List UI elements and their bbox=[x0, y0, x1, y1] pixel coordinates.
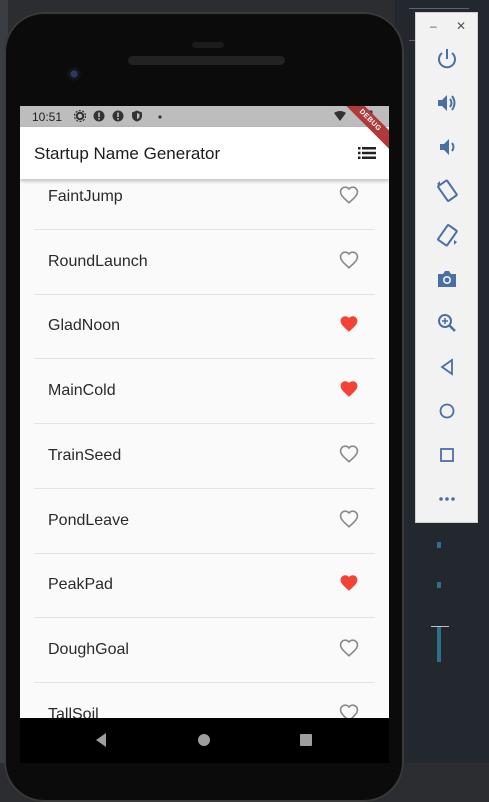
navigation-bar bbox=[20, 718, 389, 763]
word-pair-label: TrainSeed bbox=[48, 446, 122, 464]
list-item[interactable]: RoundLaunch bbox=[34, 230, 375, 295]
shield-icon bbox=[132, 110, 142, 122]
word-pair-label: DoughGoal bbox=[48, 640, 129, 658]
front-camera bbox=[66, 66, 82, 82]
status-bar: 10:51 bbox=[20, 106, 389, 127]
home-icon[interactable] bbox=[434, 398, 460, 424]
app-bar: Startup Name Generator bbox=[20, 127, 389, 179]
wifi-icon bbox=[334, 111, 346, 121]
word-pair-label: FaintJump bbox=[48, 188, 123, 205]
phone-screen: 10:51 Startup Name Generator DEBUG Faint… bbox=[20, 106, 389, 718]
word-pair-label: PondLeave bbox=[48, 511, 129, 529]
list-item[interactable]: DoughGoal bbox=[34, 618, 375, 683]
home-button[interactable] bbox=[197, 733, 211, 747]
list-item[interactable]: MainCold bbox=[34, 359, 375, 425]
favorite-filled-icon[interactable] bbox=[339, 315, 359, 333]
word-pair-label: RoundLaunch bbox=[48, 252, 148, 270]
favorite-outline-icon[interactable] bbox=[339, 445, 359, 463]
favorite-outline-icon[interactable] bbox=[339, 251, 359, 269]
favorite-outline-icon[interactable] bbox=[339, 704, 359, 718]
speaker-grille bbox=[128, 56, 285, 65]
favorite-outline-icon[interactable] bbox=[339, 186, 359, 204]
volume-down-icon[interactable] bbox=[434, 134, 460, 160]
overview-button[interactable] bbox=[299, 733, 313, 747]
back-button[interactable] bbox=[94, 732, 108, 748]
word-pair-label: PeakPad bbox=[48, 576, 113, 594]
rotate-right-icon[interactable] bbox=[434, 222, 460, 248]
list-item[interactable]: TallSoil bbox=[34, 683, 375, 718]
favorite-filled-icon[interactable] bbox=[339, 380, 359, 398]
volume-up-icon[interactable] bbox=[434, 90, 460, 116]
overview-icon[interactable] bbox=[434, 442, 460, 468]
minimize-icon[interactable]: – bbox=[430, 19, 437, 33]
zoom-icon[interactable] bbox=[434, 310, 460, 336]
list-item[interactable]: TrainSeed bbox=[34, 424, 375, 489]
favorite-outline-icon[interactable] bbox=[339, 639, 359, 657]
page-title: Startup Name Generator bbox=[34, 144, 221, 163]
back-icon[interactable] bbox=[434, 354, 460, 380]
rotate-left-icon[interactable] bbox=[434, 178, 460, 204]
word-pair-label: TallSoil bbox=[48, 705, 99, 718]
emulator-panel: – ✕ bbox=[415, 12, 478, 523]
earpiece bbox=[192, 42, 224, 48]
power-icon[interactable] bbox=[434, 46, 460, 72]
more-icon[interactable] bbox=[434, 486, 460, 512]
settings-icon bbox=[74, 110, 86, 122]
word-pair-label: MainCold bbox=[48, 382, 116, 400]
status-time: 10:51 bbox=[32, 110, 63, 124]
close-icon[interactable]: ✕ bbox=[456, 19, 466, 33]
dot-icon bbox=[158, 115, 162, 119]
list-icon[interactable] bbox=[358, 146, 376, 160]
camera-icon[interactable] bbox=[434, 266, 460, 292]
list-item[interactable]: GladNoon bbox=[34, 294, 375, 360]
list-item[interactable]: PeakPad bbox=[34, 553, 375, 619]
favorite-outline-icon[interactable] bbox=[339, 509, 359, 528]
word-pair-label: GladNoon bbox=[48, 317, 121, 335]
favorite-filled-icon[interactable] bbox=[339, 574, 359, 592]
list-item[interactable]: PondLeave bbox=[34, 489, 375, 554]
alert-icon bbox=[112, 110, 124, 122]
alert-icon bbox=[93, 110, 105, 122]
